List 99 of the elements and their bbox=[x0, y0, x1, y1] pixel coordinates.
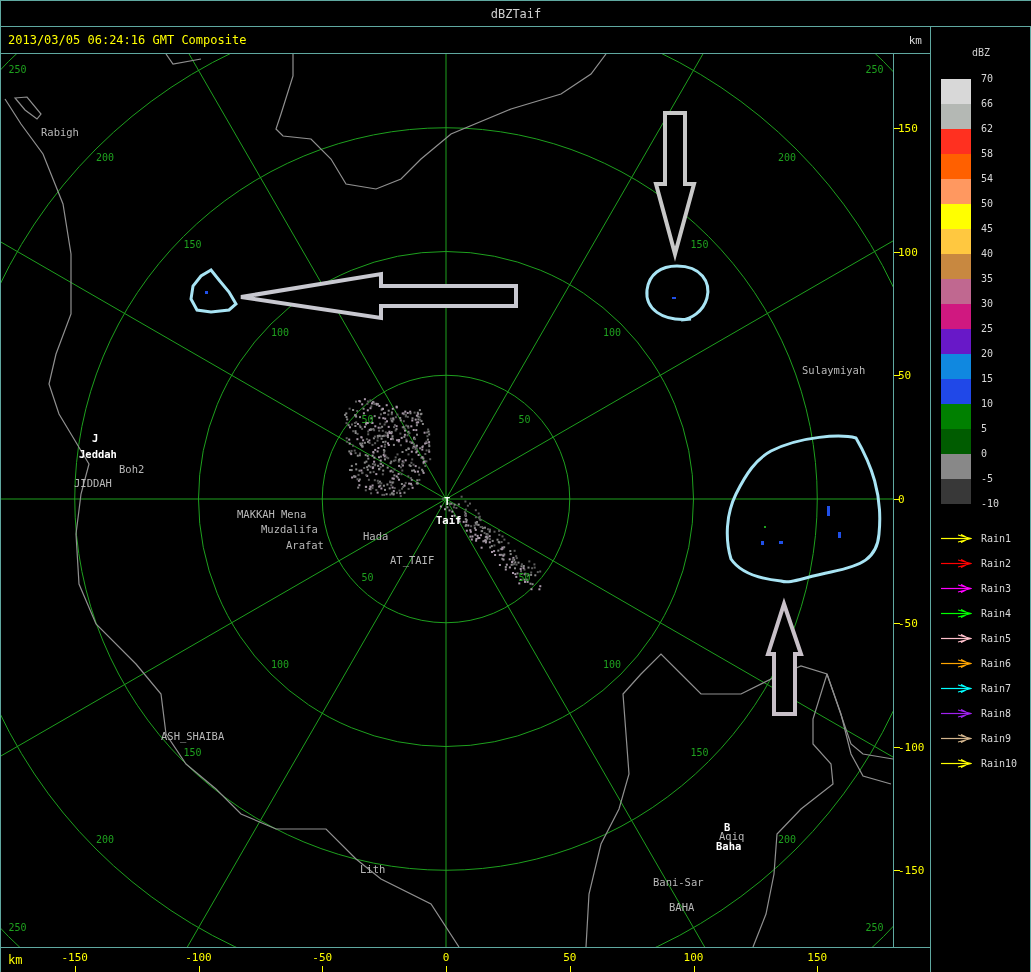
place-label: Mena bbox=[281, 508, 307, 520]
scale-label: 70 bbox=[981, 72, 995, 86]
place-label: AT_TAIF bbox=[390, 554, 435, 566]
range-label: 250 bbox=[8, 64, 27, 76]
scale-label: 62 bbox=[981, 122, 995, 136]
axis-tick bbox=[894, 127, 900, 129]
annotation-outline bbox=[645, 264, 710, 322]
scale-label: 45 bbox=[981, 222, 995, 236]
annotation-outline bbox=[189, 268, 238, 314]
range-label: 100 bbox=[270, 327, 289, 338]
place-label: Boh2 bbox=[119, 463, 145, 475]
range-label: 100 bbox=[603, 659, 622, 670]
track-label: Rain10 bbox=[981, 758, 1018, 769]
axis-label: -50 bbox=[312, 951, 333, 964]
range-label: 50 bbox=[361, 571, 374, 583]
track-label: Rain3 bbox=[981, 583, 1012, 594]
axis-tick bbox=[894, 870, 900, 872]
range-label: 250 bbox=[865, 64, 884, 76]
window-title: dBZTaif bbox=[490, 6, 542, 21]
scale-label: 58 bbox=[981, 147, 995, 161]
place-label: Aqiq bbox=[719, 830, 745, 842]
axis-label: 50 bbox=[898, 368, 912, 382]
range-label: 100 bbox=[603, 327, 622, 338]
scale-label: 35 bbox=[981, 272, 995, 286]
scale-label: 5 bbox=[981, 422, 989, 436]
axis-label: 0 bbox=[442, 951, 450, 964]
axis-tick bbox=[894, 251, 900, 253]
track-label: Rain9 bbox=[981, 733, 1012, 744]
scale-label: 66 bbox=[981, 97, 995, 111]
axis-label: -100 bbox=[898, 740, 925, 753]
axis-tick bbox=[894, 499, 900, 500]
axis-label: 150 bbox=[807, 951, 828, 964]
axis-tick bbox=[894, 746, 900, 748]
scale-label: -10 bbox=[981, 497, 1000, 511]
range-label: 50 bbox=[361, 414, 374, 426]
axis-tick bbox=[569, 966, 571, 972]
axis-tick bbox=[693, 966, 695, 972]
scale-label: 25 bbox=[981, 322, 995, 336]
scale-label: 54 bbox=[981, 172, 995, 186]
scale-label: 0 bbox=[981, 447, 989, 461]
range-label: 250 bbox=[865, 921, 884, 933]
axis-tick bbox=[817, 966, 819, 972]
scale-label: 15 bbox=[981, 372, 995, 386]
place-label: Arafat bbox=[286, 539, 324, 551]
range-label: 150 bbox=[690, 746, 709, 758]
scale-label: 50 bbox=[981, 197, 995, 211]
axis-tick bbox=[198, 966, 200, 972]
range-label: 50 bbox=[518, 414, 531, 426]
place-label: Rabigh bbox=[41, 126, 79, 138]
track-label: Rain4 bbox=[981, 608, 1012, 619]
place-label: Muzdalifa bbox=[261, 523, 318, 535]
axis-label: 50 bbox=[563, 951, 577, 964]
track-label: Rain8 bbox=[981, 708, 1012, 719]
range-label: 200 bbox=[778, 834, 797, 845]
range-label: 100 bbox=[270, 659, 289, 670]
range-label: 200 bbox=[95, 834, 114, 845]
range-label: 150 bbox=[690, 239, 709, 251]
track-label: Rain2 bbox=[981, 558, 1012, 569]
track-label: Rain6 bbox=[981, 658, 1012, 669]
range-label: 150 bbox=[183, 239, 202, 251]
track-label: Rain7 bbox=[981, 683, 1012, 694]
place-label: J bbox=[92, 432, 99, 444]
scale-label: 40 bbox=[981, 247, 995, 261]
place-label: JIDDAH bbox=[74, 477, 112, 489]
place-label: B bbox=[724, 821, 731, 833]
axis-tick bbox=[894, 375, 900, 377]
scale-label: 10 bbox=[981, 397, 995, 411]
timestamp: 2013/03/05 06:24:16 GMT Composite bbox=[8, 33, 247, 47]
place-label: BAHA bbox=[669, 901, 695, 913]
axis-unit: km bbox=[8, 953, 23, 967]
place-label: Jeddah bbox=[79, 448, 117, 460]
axis-label: 100 bbox=[898, 245, 918, 258]
axis-label: -150 bbox=[898, 863, 925, 877]
scale-label: 30 bbox=[981, 297, 995, 311]
axis-label: -50 bbox=[898, 616, 918, 630]
axis-label: 100 bbox=[683, 951, 704, 964]
range-label: 200 bbox=[95, 152, 114, 163]
scale-label: -5 bbox=[981, 472, 995, 486]
axis-tick bbox=[322, 966, 324, 972]
axis-tick bbox=[894, 622, 900, 624]
place-label: Sulaymiyah bbox=[802, 364, 866, 376]
scale-label: 20 bbox=[981, 347, 995, 361]
track-label: Rain5 bbox=[981, 633, 1012, 644]
place-label: Bani-Sar bbox=[653, 876, 704, 888]
axis-label: -150 bbox=[61, 951, 88, 964]
legend-unit: dBZ bbox=[972, 47, 991, 58]
place-label: Taif bbox=[436, 514, 462, 526]
place-label: MAKKAH bbox=[237, 508, 275, 520]
range-label: 250 bbox=[8, 921, 27, 933]
track-label: Rain1 bbox=[981, 533, 1012, 544]
axis-tick bbox=[446, 966, 447, 972]
place-label: ASH_SHAIBA bbox=[161, 730, 225, 742]
place-label: T bbox=[444, 495, 451, 507]
axis-label: -100 bbox=[185, 951, 212, 964]
range-label: 200 bbox=[778, 152, 797, 163]
range-label: 150 bbox=[183, 746, 202, 758]
axis-tick bbox=[74, 966, 76, 972]
axis-label: 150 bbox=[898, 121, 918, 135]
unit-label: km bbox=[908, 33, 922, 47]
